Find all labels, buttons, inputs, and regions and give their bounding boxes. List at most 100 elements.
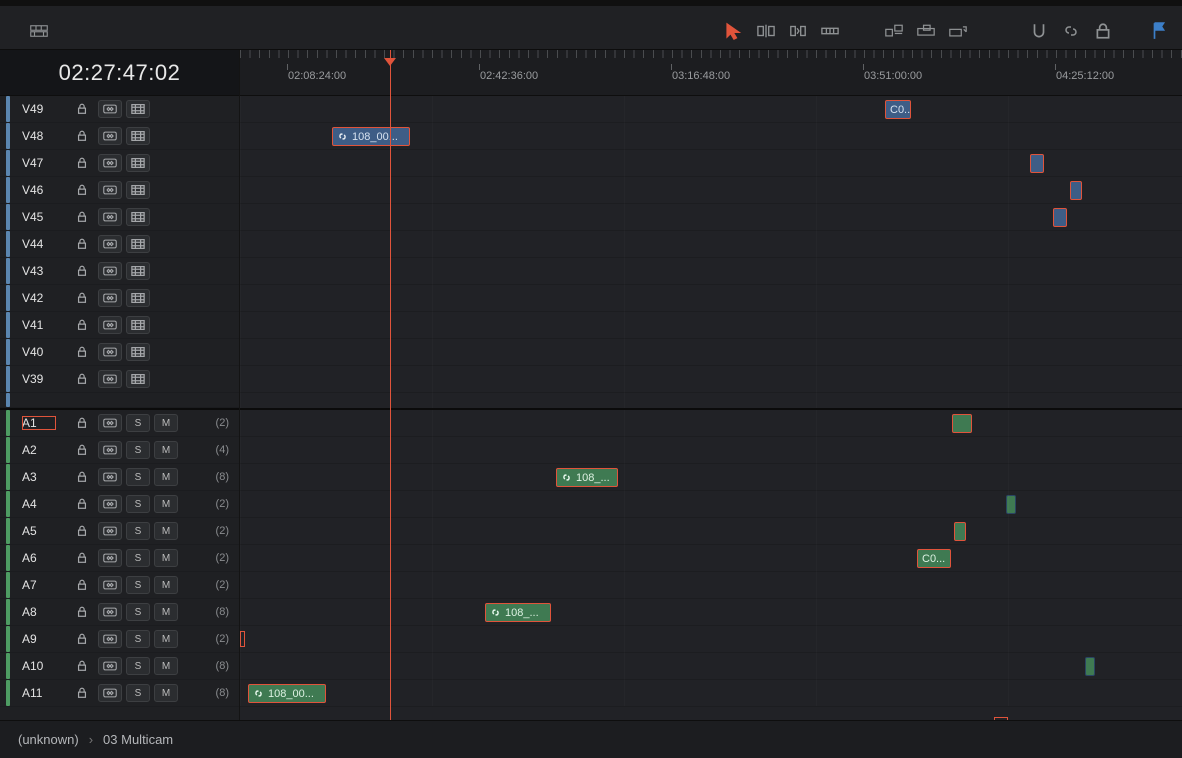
video-track-header[interactable]: V41	[0, 312, 239, 339]
audio-clip[interactable]: 108_00...	[248, 684, 326, 703]
track-mute-button[interactable]: M	[154, 576, 178, 594]
track-auto-select-button[interactable]	[98, 316, 122, 334]
track-solo-button[interactable]: S	[126, 603, 150, 621]
audio-track-header[interactable]: A10SM(8)	[0, 653, 239, 680]
track-auto-select-button[interactable]	[98, 522, 122, 540]
track-lock-button[interactable]	[70, 495, 94, 513]
track-lock-button[interactable]	[70, 154, 94, 172]
video-track-header[interactable]: V46	[0, 177, 239, 204]
audio-track-header[interactable]: A9SM(2)	[0, 626, 239, 653]
audio-lane[interactable]	[240, 410, 1182, 437]
track-display-mode-button[interactable]	[126, 181, 150, 199]
audio-lane[interactable]	[240, 491, 1182, 518]
dynamic-trim-icon[interactable]	[789, 22, 807, 40]
track-lock-button[interactable]	[70, 468, 94, 486]
audio-clip[interactable]	[1085, 657, 1095, 676]
video-lane[interactable]	[240, 204, 1182, 231]
playhead[interactable]	[390, 50, 391, 720]
track-solo-button[interactable]: S	[126, 414, 150, 432]
track-auto-select-button[interactable]	[98, 127, 122, 145]
track-auto-select-button[interactable]	[98, 495, 122, 513]
track-lock-button[interactable]	[70, 235, 94, 253]
position-lock-icon[interactable]	[1094, 22, 1112, 40]
track-mute-button[interactable]: M	[154, 684, 178, 702]
video-track-header[interactable]: V49	[0, 96, 239, 123]
track-auto-select-button[interactable]	[98, 630, 122, 648]
track-lock-button[interactable]	[70, 603, 94, 621]
track-mute-button[interactable]: M	[154, 468, 178, 486]
video-lane[interactable]	[240, 339, 1182, 366]
track-display-mode-button[interactable]	[126, 289, 150, 307]
audio-clip[interactable]: 108_...	[485, 603, 551, 622]
track-auto-select-button[interactable]	[98, 549, 122, 567]
track-solo-button[interactable]: S	[126, 684, 150, 702]
track-solo-button[interactable]: S	[126, 657, 150, 675]
track-solo-button[interactable]: S	[126, 468, 150, 486]
track-auto-select-button[interactable]	[98, 657, 122, 675]
track-lock-button[interactable]	[70, 576, 94, 594]
track-auto-select-button[interactable]	[98, 154, 122, 172]
track-lock-button[interactable]	[70, 657, 94, 675]
audio-lane[interactable]: 108_...	[240, 464, 1182, 491]
trim-edit-icon[interactable]	[757, 22, 775, 40]
video-clip[interactable]	[1053, 208, 1067, 227]
track-auto-select-button[interactable]	[98, 370, 122, 388]
track-display-mode-button[interactable]	[126, 316, 150, 334]
video-lane[interactable]	[240, 285, 1182, 312]
audio-clip[interactable]: 108_...	[556, 468, 618, 487]
video-lane[interactable]	[240, 312, 1182, 339]
track-solo-button[interactable]: S	[126, 495, 150, 513]
video-clip[interactable]	[1070, 181, 1082, 200]
track-display-mode-button[interactable]	[126, 154, 150, 172]
audio-clip[interactable]: C0...	[917, 549, 951, 568]
audio-track-header[interactable]: A5SM(2)	[0, 518, 239, 545]
track-lock-button[interactable]	[70, 549, 94, 567]
track-lock-button[interactable]	[70, 630, 94, 648]
track-display-mode-button[interactable]	[126, 127, 150, 145]
selection-arrow-icon[interactable]	[725, 22, 743, 40]
audio-clip[interactable]	[952, 414, 972, 433]
audio-track-header[interactable]: A7SM(2)	[0, 572, 239, 599]
track-auto-select-button[interactable]	[98, 684, 122, 702]
breadcrumb-leaf[interactable]: 03 Multicam	[103, 732, 173, 747]
audio-track-header[interactable]: A8SM(8)	[0, 599, 239, 626]
video-lane[interactable]	[240, 177, 1182, 204]
audio-lane[interactable]	[240, 518, 1182, 545]
track-mute-button[interactable]: M	[154, 603, 178, 621]
video-track-header[interactable]: V47	[0, 150, 239, 177]
track-solo-button[interactable]: S	[126, 522, 150, 540]
audio-lane[interactable]: 108_...	[240, 599, 1182, 626]
audio-track-header[interactable]: A2SM(4)	[0, 437, 239, 464]
linked-selection-icon[interactable]	[1062, 22, 1080, 40]
audio-lane[interactable]: 108_00...	[240, 680, 1182, 707]
track-mute-button[interactable]: M	[154, 441, 178, 459]
replace-clip-icon[interactable]	[949, 22, 967, 40]
track-lock-button[interactable]	[70, 127, 94, 145]
track-display-mode-button[interactable]	[126, 235, 150, 253]
track-lock-button[interactable]	[70, 208, 94, 226]
video-lane[interactable]	[240, 366, 1182, 393]
audio-lane[interactable]	[240, 437, 1182, 464]
track-auto-select-button[interactable]	[98, 576, 122, 594]
track-mute-button[interactable]: M	[154, 657, 178, 675]
timeline-ruler[interactable]: 02:08:24:0002:42:36:0003:16:48:0003:51:0…	[240, 50, 1182, 96]
track-auto-select-button[interactable]	[98, 468, 122, 486]
track-auto-select-button[interactable]	[98, 181, 122, 199]
track-mute-button[interactable]: M	[154, 522, 178, 540]
audio-lane[interactable]	[240, 653, 1182, 680]
track-lock-button[interactable]	[70, 441, 94, 459]
video-lane[interactable]: C0...	[240, 96, 1182, 123]
snapping-icon[interactable]	[1030, 22, 1048, 40]
video-track-header[interactable]: V48	[0, 123, 239, 150]
timeline-view-options-icon[interactable]	[30, 22, 48, 43]
track-lock-button[interactable]	[70, 370, 94, 388]
track-solo-button[interactable]: S	[126, 630, 150, 648]
video-lane[interactable]	[240, 231, 1182, 258]
overwrite-clip-icon[interactable]	[917, 22, 935, 40]
video-track-header[interactable]: V40	[0, 339, 239, 366]
track-solo-button[interactable]: S	[126, 549, 150, 567]
track-display-mode-button[interactable]	[126, 370, 150, 388]
track-auto-select-button[interactable]	[98, 414, 122, 432]
track-lock-button[interactable]	[70, 262, 94, 280]
track-display-mode-button[interactable]	[126, 100, 150, 118]
